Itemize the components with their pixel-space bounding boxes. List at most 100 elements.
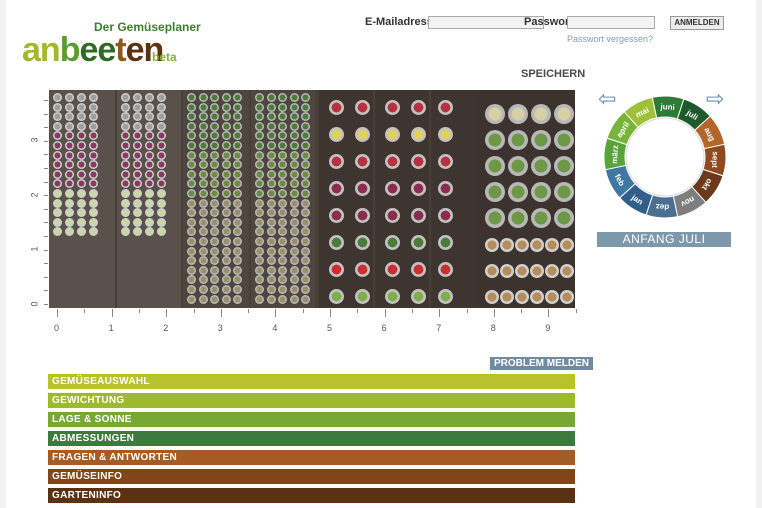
- plant-icon[interactable]: [266, 294, 276, 304]
- plant-icon[interactable]: [266, 217, 276, 227]
- plant-icon[interactable]: [89, 189, 98, 198]
- plant-icon[interactable]: [157, 198, 166, 208]
- plant-icon[interactable]: [385, 262, 400, 277]
- plant-icon[interactable]: [355, 100, 370, 115]
- plant-icon[interactable]: [545, 290, 559, 304]
- plant-icon[interactable]: [438, 181, 453, 196]
- plant-icon[interactable]: [198, 189, 208, 198]
- plant-icon[interactable]: [233, 189, 242, 198]
- plant-icon[interactable]: [485, 130, 505, 150]
- plant-icon[interactable]: [221, 150, 231, 160]
- plant-icon[interactable]: [278, 150, 287, 160]
- plant-icon[interactable]: [301, 217, 310, 227]
- plant-icon[interactable]: [289, 217, 299, 227]
- plant-icon[interactable]: [145, 141, 154, 150]
- plant-icon[interactable]: [198, 121, 208, 131]
- plant-icon[interactable]: [329, 100, 344, 115]
- plant-icon[interactable]: [187, 169, 196, 179]
- plant-icon[interactable]: [289, 160, 299, 170]
- plant-icon[interactable]: [198, 208, 208, 218]
- plant-icon[interactable]: [278, 246, 287, 256]
- plant-icon[interactable]: [121, 121, 130, 131]
- plant-icon[interactable]: [221, 265, 231, 275]
- plant-icon[interactable]: [187, 285, 196, 294]
- plant-icon[interactable]: [187, 93, 196, 102]
- plant-icon[interactable]: [187, 150, 196, 160]
- plant-icon[interactable]: [329, 289, 344, 304]
- plant-icon[interactable]: [77, 93, 86, 102]
- plant-icon[interactable]: [289, 285, 299, 294]
- plant-icon[interactable]: [210, 150, 219, 160]
- season-wheel[interactable]: janfebmärzaprilmai junijuliaugseptoktnovd…: [602, 94, 728, 220]
- plant-icon[interactable]: [266, 141, 276, 150]
- plant-icon[interactable]: [89, 121, 98, 131]
- plant-icon[interactable]: [266, 179, 276, 189]
- plant-icon[interactable]: [438, 262, 453, 277]
- plant-icon[interactable]: [266, 275, 276, 285]
- plant-icon[interactable]: [515, 264, 529, 278]
- plant-icon[interactable]: [233, 285, 242, 294]
- plant-icon[interactable]: [121, 150, 130, 160]
- plant-icon[interactable]: [157, 150, 166, 160]
- plant-icon[interactable]: [266, 227, 276, 237]
- logo[interactable]: anbeeten: [22, 30, 164, 70]
- plant-icon[interactable]: [65, 198, 74, 208]
- plant-icon[interactable]: [65, 141, 74, 150]
- plant-icon[interactable]: [385, 208, 400, 223]
- plant-icon[interactable]: [301, 198, 310, 208]
- plant-icon[interactable]: [157, 121, 166, 131]
- plant-icon[interactable]: [554, 182, 574, 202]
- plant-icon[interactable]: [255, 121, 264, 131]
- plant-icon[interactable]: [266, 237, 276, 246]
- plant-icon[interactable]: [301, 246, 310, 256]
- plant-icon[interactable]: [485, 238, 499, 252]
- plant-icon[interactable]: [65, 93, 74, 102]
- plant-icon[interactable]: [157, 189, 166, 198]
- plant-icon[interactable]: [133, 189, 142, 198]
- plant-icon[interactable]: [65, 102, 74, 112]
- plant-icon[interactable]: [210, 246, 219, 256]
- plant-icon[interactable]: [438, 100, 453, 115]
- plant-icon[interactable]: [385, 289, 400, 304]
- panel-bar[interactable]: GEMÜSEINFO: [48, 469, 575, 484]
- plant-icon[interactable]: [266, 169, 276, 179]
- plant-icon[interactable]: [355, 235, 370, 250]
- garden-bed-grid[interactable]: [49, 90, 575, 308]
- plant-icon[interactable]: [221, 121, 231, 131]
- plant-icon[interactable]: [301, 294, 310, 304]
- plant-icon[interactable]: [233, 217, 242, 227]
- plant-icon[interactable]: [145, 93, 154, 102]
- plant-icon[interactable]: [411, 262, 426, 277]
- plant-icon[interactable]: [355, 154, 370, 169]
- plant-icon[interactable]: [121, 169, 130, 179]
- plant-icon[interactable]: [289, 265, 299, 275]
- plant-icon[interactable]: [157, 141, 166, 150]
- plant-icon[interactable]: [289, 246, 299, 256]
- plant-icon[interactable]: [289, 227, 299, 237]
- plant-icon[interactable]: [221, 160, 231, 170]
- plant-icon[interactable]: [221, 246, 231, 256]
- plant-icon[interactable]: [554, 208, 574, 228]
- plant-icon[interactable]: [198, 256, 208, 266]
- plant-icon[interactable]: [411, 181, 426, 196]
- plant-icon[interactable]: [221, 189, 231, 198]
- plant-icon[interactable]: [485, 156, 505, 176]
- plant-icon[interactable]: [187, 246, 196, 256]
- plant-icon[interactable]: [198, 112, 208, 122]
- plant-icon[interactable]: [255, 294, 264, 304]
- plant-icon[interactable]: [210, 237, 219, 246]
- plant-icon[interactable]: [89, 150, 98, 160]
- plant-icon[interactable]: [266, 189, 276, 198]
- plant-icon[interactable]: [157, 169, 166, 179]
- plant-icon[interactable]: [515, 238, 529, 252]
- plant-icon[interactable]: [301, 93, 310, 102]
- plant-icon[interactable]: [411, 154, 426, 169]
- plant-icon[interactable]: [145, 150, 154, 160]
- plant-icon[interactable]: [145, 198, 154, 208]
- plant-icon[interactable]: [53, 150, 62, 160]
- plant-icon[interactable]: [221, 256, 231, 266]
- save-button[interactable]: SPEICHERN: [521, 68, 585, 80]
- plant-icon[interactable]: [255, 265, 264, 275]
- plant-icon[interactable]: [289, 275, 299, 285]
- plant-icon[interactable]: [233, 102, 242, 112]
